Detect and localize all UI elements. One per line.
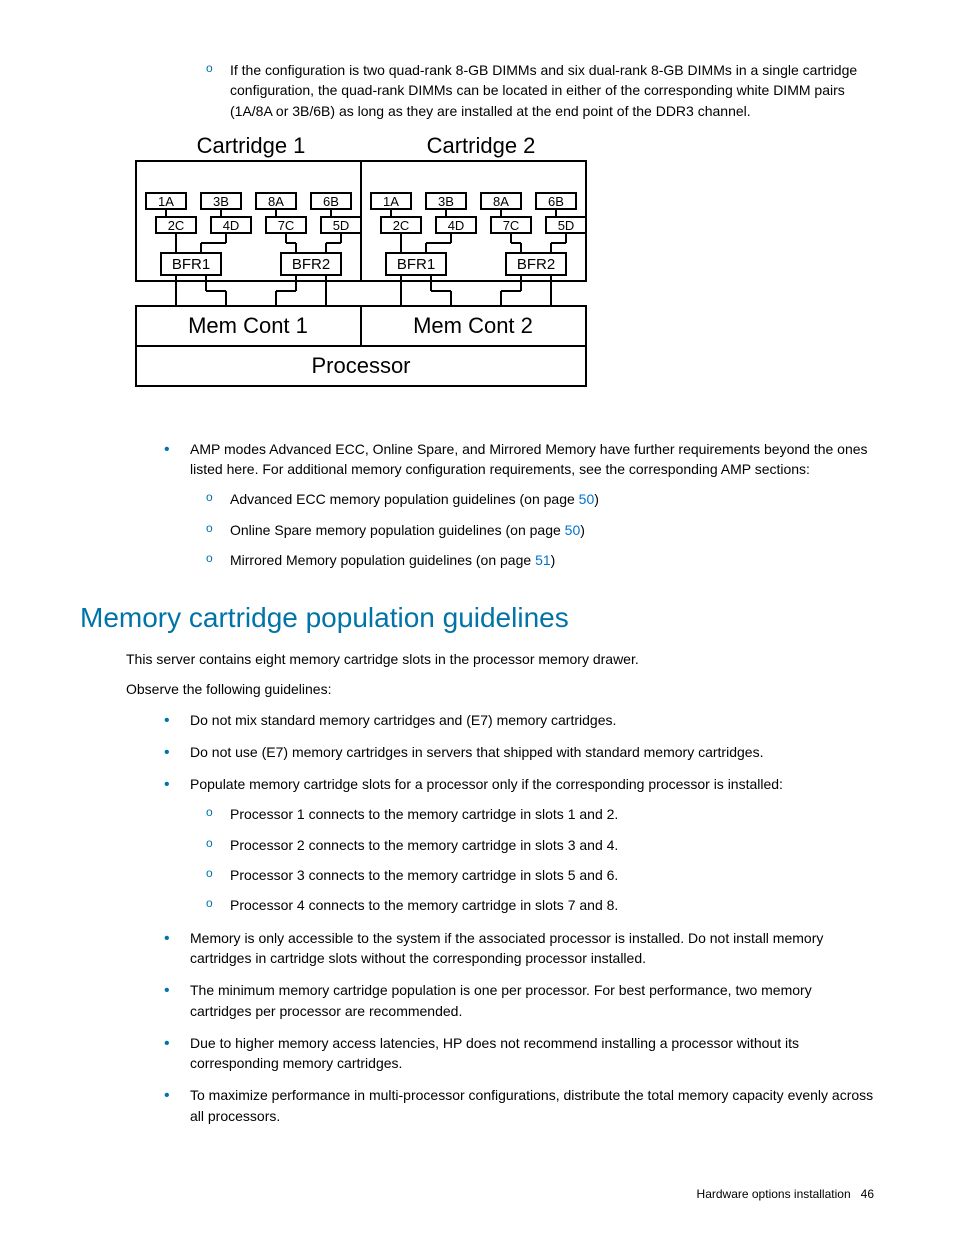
guideline-item: The minimum memory cartridge population … xyxy=(150,980,874,1021)
amp-intro-item: AMP modes Advanced ECC, Online Spare, an… xyxy=(150,439,874,570)
svg-text:BFR2: BFR2 xyxy=(292,256,330,273)
guideline-item: Memory is only accessible to the system … xyxy=(150,928,874,969)
diagram-processor: Processor xyxy=(311,353,410,378)
intro-text-2: Observe the following guidelines: xyxy=(126,679,874,699)
guideline-item: Do not use (E7) memory cartridges in ser… xyxy=(150,742,874,762)
guideline-item: Due to higher memory access latencies, H… xyxy=(150,1033,874,1074)
svg-text:BFR1: BFR1 xyxy=(397,256,435,273)
config-note-item: If the configuration is two quad-rank 8-… xyxy=(190,60,874,121)
diagram-cart1-label: Cartridge 1 xyxy=(197,133,306,158)
svg-text:1A: 1A xyxy=(383,194,399,209)
svg-text:7C: 7C xyxy=(503,218,520,233)
page-link[interactable]: 51 xyxy=(535,552,551,568)
svg-text:2C: 2C xyxy=(393,218,410,233)
config-note-text: If the configuration is two quad-rank 8-… xyxy=(230,62,857,119)
svg-text:5D: 5D xyxy=(558,218,575,233)
svg-text:4D: 4D xyxy=(448,218,465,233)
svg-text:7C: 7C xyxy=(278,218,295,233)
amp-sublist-item: Online Spare memory population guideline… xyxy=(190,520,874,540)
diagram-memcont1: Mem Cont 1 xyxy=(188,313,308,338)
page-link[interactable]: 50 xyxy=(565,522,581,538)
svg-text:8A: 8A xyxy=(268,194,284,209)
svg-text:BFR1: BFR1 xyxy=(172,256,210,273)
svg-text:5D: 5D xyxy=(333,218,350,233)
diagram-cart2-label: Cartridge 2 xyxy=(427,133,536,158)
processor-map-item: Processor 4 connects to the memory cartr… xyxy=(190,895,874,915)
processor-map-list: Processor 1 connects to the memory cartr… xyxy=(190,804,874,915)
diagram-svg: Cartridge 1 Cartridge 2 1A 3B 8A 6B 2C 4… xyxy=(126,131,596,421)
footer-section: Hardware options installation xyxy=(697,1187,851,1201)
svg-text:2C: 2C xyxy=(168,218,185,233)
svg-text:8A: 8A xyxy=(493,194,509,209)
guideline-item: To maximize performance in multi-process… xyxy=(150,1085,874,1126)
page-link[interactable]: 50 xyxy=(579,491,595,507)
intro-text-1: This server contains eight memory cartri… xyxy=(126,649,874,669)
processor-map-item: Processor 3 connects to the memory cartr… xyxy=(190,865,874,885)
config-note-list: If the configuration is two quad-rank 8-… xyxy=(190,60,874,121)
page-footer: Hardware options installation 46 xyxy=(80,1186,874,1203)
svg-text:6B: 6B xyxy=(323,194,339,209)
svg-text:BFR2: BFR2 xyxy=(517,256,555,273)
svg-text:1A: 1A xyxy=(158,194,174,209)
cartridge-diagram: Cartridge 1 Cartridge 2 1A 3B 8A 6B 2C 4… xyxy=(126,131,874,421)
amp-sublist-item: Mirrored Memory population guidelines (o… xyxy=(190,550,874,570)
svg-text:3B: 3B xyxy=(213,194,229,209)
guidelines-list: Do not mix standard memory cartridges an… xyxy=(150,710,874,1126)
amp-intro-text: AMP modes Advanced ECC, Online Spare, an… xyxy=(190,441,868,477)
processor-map-item: Processor 1 connects to the memory cartr… xyxy=(190,804,874,824)
amp-sublist: Advanced ECC memory population guideline… xyxy=(190,489,874,570)
guideline-item: Do not mix standard memory cartridges an… xyxy=(150,710,874,730)
processor-map-item: Processor 2 connects to the memory cartr… xyxy=(190,835,874,855)
amp-sublist-item: Advanced ECC memory population guideline… xyxy=(190,489,874,509)
section-heading: Memory cartridge population guidelines xyxy=(80,598,874,639)
svg-text:4D: 4D xyxy=(223,218,240,233)
guideline-item: Populate memory cartridge slots for a pr… xyxy=(150,774,874,915)
svg-text:6B: 6B xyxy=(548,194,564,209)
svg-text:3B: 3B xyxy=(438,194,454,209)
diagram-memcont2: Mem Cont 2 xyxy=(413,313,533,338)
amp-bullet-list: AMP modes Advanced ECC, Online Spare, an… xyxy=(150,439,874,570)
footer-page-number: 46 xyxy=(861,1187,874,1201)
